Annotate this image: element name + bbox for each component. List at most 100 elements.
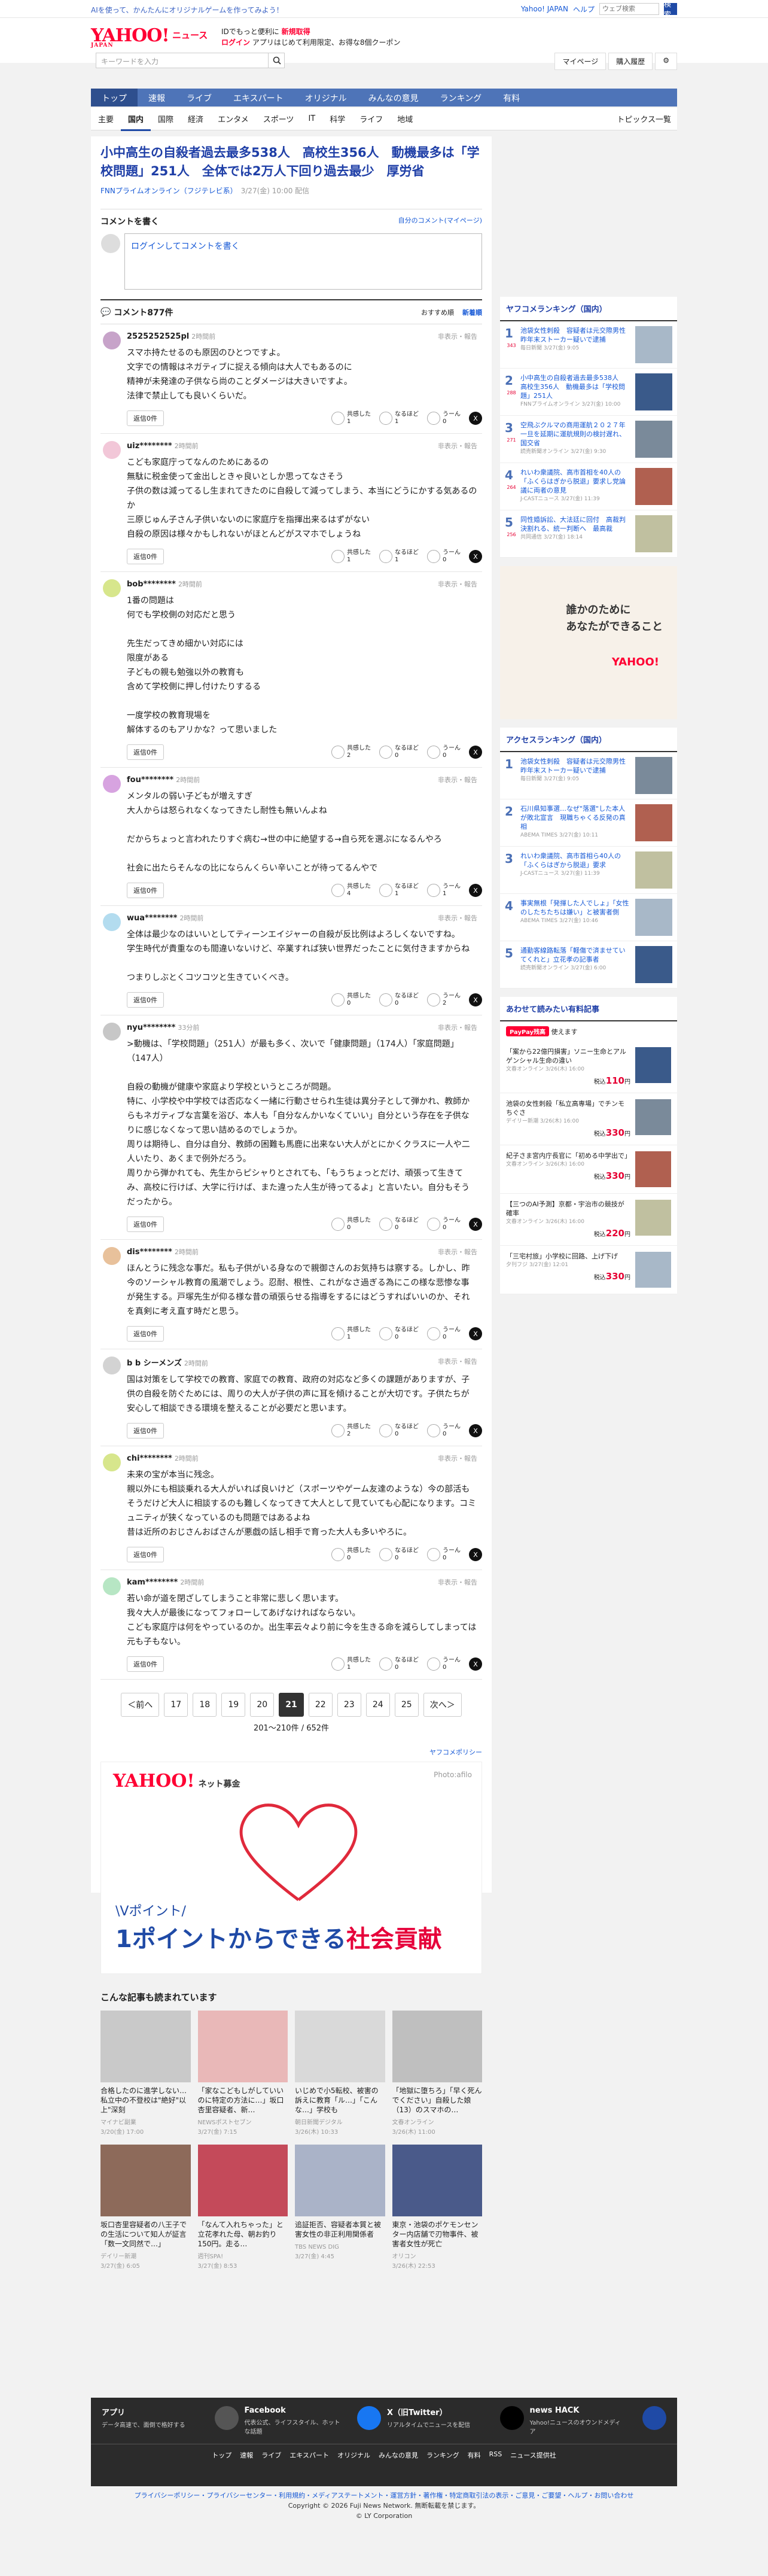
page-button[interactable]: 23 [337, 1693, 361, 1717]
vote-v2[interactable]: なるほど 0 [379, 1327, 419, 1341]
vote-v1[interactable]: 共感した 1 [331, 549, 371, 564]
report-button[interactable]: 非表示・報告 [438, 331, 477, 341]
ranking-item[interactable]: 2 288 小中高生の自殺者過去最多538人 高校生356人 動機最多は「学校問題」… [500, 369, 677, 416]
article-source[interactable]: FNNプライムオンライン（フジテレビ系） [100, 187, 237, 195]
cat-economy[interactable]: 経済 [181, 113, 211, 124]
comment-user[interactable]: wua******** 2時間前 [127, 913, 482, 923]
footer-link[interactable]: みんなの意見 [379, 2450, 418, 2460]
cat-domestic[interactable]: 国内 [121, 113, 151, 131]
comment-user[interactable]: 2525252525pl 2時間前 [127, 331, 482, 341]
vote-v1[interactable]: 共感した 2 [331, 745, 371, 759]
report-button[interactable]: 非表示・報告 [438, 1023, 477, 1032]
x-share-icon[interactable]: X [469, 1548, 482, 1561]
vote-v3[interactable]: うーん 0 [427, 1657, 461, 1671]
vote-v3[interactable]: うーん 0 [427, 1217, 461, 1231]
footer-col[interactable]: news HACK Yahoo!ニュースのオウンドメディア [530, 2406, 666, 2435]
comment-username[interactable]: b b シーメンズ [127, 1359, 182, 1368]
cat-life[interactable]: ライフ [352, 113, 390, 124]
cat-it[interactable]: IT [301, 114, 322, 123]
vote-v1[interactable]: 共感した 4 [331, 883, 371, 898]
purchase-history-button[interactable]: 購入履歴 [608, 53, 653, 70]
avatar[interactable] [103, 775, 121, 793]
vote-v1[interactable]: 共感した 0 [331, 993, 371, 1007]
avatar[interactable] [103, 579, 121, 597]
vote-v2[interactable]: なるほど 1 [379, 883, 419, 898]
vote-v3[interactable]: うーん 0 [427, 549, 461, 564]
vote-v2[interactable]: なるほど 0 [379, 745, 419, 759]
footer-col[interactable]: X（旧Twitter） リアルタイムでニュースを配信 [387, 2406, 524, 2435]
comment-username[interactable]: uiz******** [127, 442, 172, 451]
reply-button[interactable]: 返信0件 [127, 1547, 164, 1562]
donation-ad[interactable]: YAHOO! ネット募金 Photo:afilo \Vポイント/ 1ポイントからで… [100, 1762, 482, 1974]
page-button[interactable]: 25 [394, 1693, 419, 1717]
avatar[interactable] [103, 913, 121, 931]
ranking-item[interactable]: 5 256 同性婚訴訟、大法廷に回付 高裁判決割れる、統一判断へ 最高裁 共同通信 3… [500, 510, 677, 558]
cat-main[interactable]: 主要 [91, 113, 121, 124]
cat-world[interactable]: 国際 [151, 113, 181, 124]
cat-science[interactable]: 科学 [322, 113, 352, 124]
gear-icon[interactable]: ⚙ [655, 53, 677, 70]
comment-username[interactable]: kam******** [127, 1578, 178, 1587]
ranking-item[interactable]: 4 264 れいわ衆議院、高市首相を40人の「ふくらはぎから脱退」要求し党論議に両者… [500, 463, 677, 510]
vote-v1[interactable]: 共感した 2 [331, 1424, 371, 1438]
related-item[interactable]: 「地獄に堕ちろ」「早く死んでください」自殺した娘（13）のスマホの… 文春オンライ… [392, 2011, 482, 2137]
avatar[interactable] [103, 441, 121, 459]
comment-user[interactable]: uiz******** 2時間前 [127, 441, 482, 451]
comment-username[interactable]: nyu******** [127, 1023, 175, 1032]
article-title[interactable]: 小中高生の自殺者過去最多538人 高校生356人 動機最多は「学校問題」251人… [100, 144, 482, 181]
avatar[interactable] [103, 1247, 121, 1265]
access-item[interactable]: 2 石川県知事選…なぜ"落選"した本人が敗北宣言 現職ちゃくる反発の真相 ABEMA… [500, 799, 677, 847]
yahoo-japan-link[interactable]: Yahoo! JAPAN [521, 5, 568, 13]
my-comments-link[interactable]: 自分のコメント(マイページ) [398, 215, 482, 227]
footer-link[interactable]: ニュース提供社 [510, 2450, 556, 2460]
keyword-search-input[interactable]: キーワードを入力 [96, 53, 285, 68]
sort-recommended[interactable]: おすすめ順 [421, 308, 454, 317]
signup-link[interactable]: 新規取得 [282, 28, 310, 36]
vote-v2[interactable]: なるほど 0 [379, 1547, 419, 1562]
report-button[interactable]: 非表示・報告 [438, 1247, 477, 1257]
report-button[interactable]: 非表示・報告 [438, 441, 477, 451]
reply-button[interactable]: 返信0件 [127, 992, 164, 1008]
comment-user[interactable]: chi******** 2時間前 [127, 1453, 482, 1463]
comment-username[interactable]: wua******** [127, 914, 177, 923]
cat-region[interactable]: 地域 [390, 113, 420, 124]
news-logo[interactable]: ニュース [172, 29, 208, 41]
vote-v3[interactable]: うーん 0 [427, 1547, 461, 1562]
paid-item[interactable]: 「案から22億円損害」ソニー生命とアルゲンシャル生命の違い 文春オンライン 3/2… [500, 1041, 677, 1093]
page-button[interactable]: 19 [221, 1693, 246, 1717]
vote-v2[interactable]: なるほど 1 [379, 549, 419, 564]
vote-v1[interactable]: 共感した 0 [331, 1217, 371, 1231]
cat-sports[interactable]: スポーツ [256, 113, 301, 124]
gnav-expert[interactable]: エキスパート [223, 89, 294, 107]
page-button[interactable]: 24 [365, 1693, 390, 1717]
footer-link[interactable]: 速報 [240, 2450, 253, 2460]
comment-user[interactable]: dis******** 2時間前 [127, 1247, 482, 1257]
yahoo-comment-policy-link[interactable]: ヤフコメポリシー [100, 1747, 482, 1757]
footer-link[interactable]: ライブ [261, 2450, 281, 2460]
vote-v2[interactable]: なるほど 0 [379, 1424, 419, 1438]
sidebar-ad[interactable]: 誰かのために あなたができること YAHOO! [500, 566, 677, 719]
sort-newest[interactable]: 新着順 [462, 308, 482, 317]
report-button[interactable]: 非表示・報告 [438, 775, 477, 784]
access-item[interactable]: 3 れいわ衆議院、高市首相ら40人の「ふくらはぎから脱退」要求 J-CASTニュース… [500, 847, 677, 894]
web-search-input[interactable] [599, 3, 659, 15]
vote-v1[interactable]: 共感した 1 [331, 411, 371, 425]
reply-button[interactable]: 返信0件 [127, 410, 164, 426]
reply-button[interactable]: 返信0件 [127, 883, 164, 898]
reply-button[interactable]: 返信0件 [127, 1326, 164, 1342]
policy-links[interactable]: プライバシーポリシー・プライバシーセンター・利用規約・メディアステートメント・運… [135, 2492, 634, 2499]
x-share-icon[interactable]: X [469, 1327, 482, 1340]
reply-button[interactable]: 返信0件 [127, 1216, 164, 1232]
vote-v2[interactable]: なるほど 1 [379, 411, 419, 425]
comment-username[interactable]: dis******** [127, 1248, 172, 1257]
footer-col[interactable]: アプリ データ高速で、面倒で格好する [102, 2406, 239, 2435]
gnav-opinion[interactable]: みんなの意見 [358, 89, 429, 107]
related-item[interactable]: いじめで小5転校、被害の訴えに教育「ル…」「こんな…」学校も 朝日新聞デジタル 3/… [295, 2011, 385, 2137]
vote-v3[interactable]: うーん 0 [427, 745, 461, 759]
footer-link[interactable]: ランキング [426, 2450, 459, 2460]
gnav-live[interactable]: ライブ [176, 89, 223, 107]
web-search-button[interactable]: 検索 [664, 0, 677, 19]
comment-user[interactable]: nyu******** 33分前 [127, 1023, 482, 1032]
related-item[interactable]: 合格したのに進学しない…私立中の不登校は"絶好"以上"深刻 マイナビ副業 3/20(… [100, 2011, 191, 2137]
paid-item[interactable]: 「三宅村旅」小学校に回路、上げ下げ 夕刊フジ 3/27(金) 12:01 税込330… [500, 1246, 677, 1294]
